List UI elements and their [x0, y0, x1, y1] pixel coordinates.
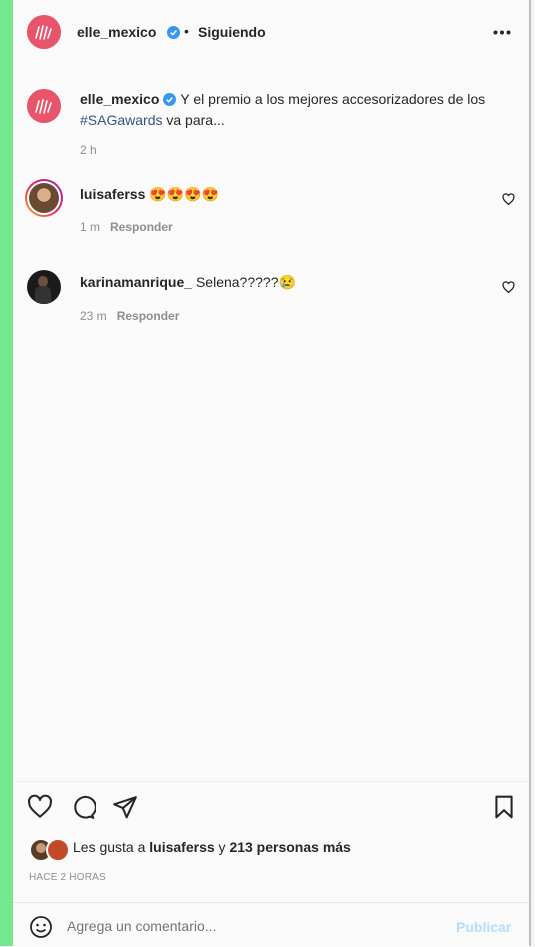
comment-form: Publicar: [13, 902, 529, 947]
comment-avatar-ring[interactable]: [25, 179, 63, 217]
likes-count-link[interactable]: 213 personas más: [229, 839, 350, 855]
bookmark-save-icon[interactable]: [491, 794, 517, 820]
caption-username[interactable]: elle_mexico: [80, 91, 159, 107]
header-separator: •: [184, 23, 189, 39]
liker-avatar[interactable]: [46, 838, 70, 862]
like-comment-heart-icon[interactable]: [502, 281, 515, 294]
caption-text-end: va para...: [162, 112, 225, 128]
comment-2: karinamanrique_ Selena?????😢: [80, 272, 296, 293]
elle-logo-icon: [27, 89, 61, 123]
comment-input[interactable]: [67, 915, 437, 937]
user-avatar: [29, 183, 59, 213]
comment-username[interactable]: karinamanrique_: [80, 274, 192, 290]
caption-time: 2 h: [80, 143, 97, 157]
caption-text-start: Y el premio a los mejores accesorizadore…: [180, 91, 486, 107]
caption: elle_mexico Y el premio a los mejores acc…: [80, 89, 520, 131]
reply-button[interactable]: Responder: [117, 309, 180, 323]
comment-2-meta: 23 m Responder: [80, 309, 179, 323]
likes-middle: y: [214, 839, 230, 855]
verified-badge-icon: [163, 93, 177, 106]
window-edge: [0, 0, 13, 946]
actions-divider: [13, 781, 529, 782]
comment-1-meta: 1 m Responder: [80, 220, 173, 234]
author-username[interactable]: elle_mexico: [77, 24, 156, 40]
elle-logo-icon: [27, 15, 61, 49]
comment-avatar[interactable]: [27, 270, 61, 304]
more-options-icon[interactable]: [493, 30, 511, 35]
emoji-picker-icon[interactable]: [29, 915, 53, 939]
publish-button[interactable]: Publicar: [456, 919, 511, 935]
comment-username[interactable]: luisaferss: [80, 186, 145, 202]
comment-1: luisaferss 😍😍😍😍: [80, 184, 219, 205]
post-header: elle_mexico • Siguiendo: [13, 0, 529, 62]
hashtag-link[interactable]: #SAGawards: [80, 112, 162, 128]
comment-bubble-icon[interactable]: [70, 794, 96, 820]
follow-status-button[interactable]: Siguiendo: [198, 24, 266, 40]
comment-text: 😍😍😍😍: [149, 186, 219, 202]
like-heart-icon[interactable]: [27, 794, 53, 820]
post-timestamp: HACE 2 HORAS: [29, 872, 106, 883]
comment-text: Selena?????😢: [195, 274, 296, 290]
post-detail-panel: elle_mexico • Siguiendo elle_mexico Y el …: [13, 0, 531, 947]
caption-author-avatar[interactable]: [27, 89, 61, 123]
comment-time: 23 m: [80, 309, 107, 323]
likes-summary: Les gusta a luisaferss y 213 personas má…: [73, 839, 351, 855]
like-comment-heart-icon[interactable]: [502, 193, 515, 206]
likes-prefix: Les gusta a: [73, 839, 150, 855]
likes-user-link[interactable]: luisaferss: [149, 839, 214, 855]
author-avatar[interactable]: [27, 15, 61, 49]
comment-time: 1 m: [80, 220, 101, 234]
share-paper-plane-icon[interactable]: [112, 794, 138, 820]
verified-badge-icon: [167, 26, 180, 39]
reply-button[interactable]: Responder: [110, 220, 173, 234]
